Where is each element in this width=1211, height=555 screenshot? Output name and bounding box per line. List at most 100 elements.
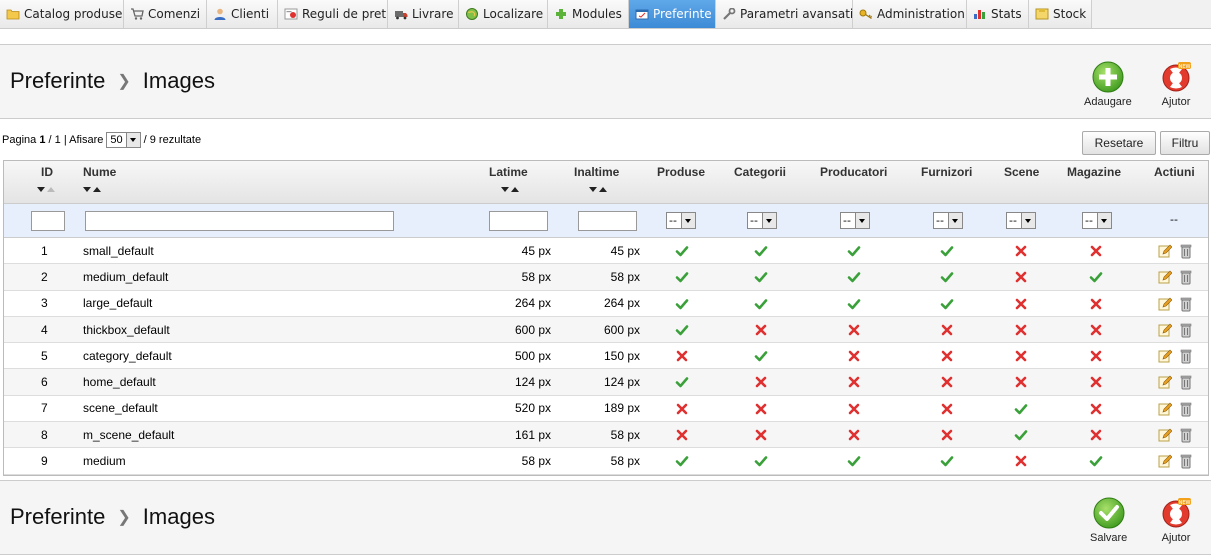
cross-icon[interactable]: [847, 428, 861, 442]
sort-asc-icon[interactable]: [511, 187, 519, 192]
filter-stores-select[interactable]: --: [1082, 212, 1112, 229]
check-icon[interactable]: [847, 454, 861, 468]
cross-icon[interactable]: [675, 349, 689, 363]
sort-asc-icon[interactable]: [93, 187, 101, 192]
check-icon[interactable]: [675, 244, 689, 258]
cross-icon[interactable]: [754, 402, 768, 416]
breadcrumb-section[interactable]: Preferinte: [10, 68, 105, 93]
tab-preferinte[interactable]: Preferinte: [629, 0, 716, 28]
table-row[interactable]: 4 thickbox_default 600 px 600 px: [4, 316, 1208, 344]
check-icon[interactable]: [1089, 454, 1103, 468]
cross-icon[interactable]: [1089, 323, 1103, 337]
check-icon[interactable]: [847, 297, 861, 311]
footer-help-button[interactable]: NEW Ajutor: [1160, 497, 1192, 544]
tab-parametri-avansati[interactable]: Parametri avansati: [716, 0, 853, 28]
cross-icon[interactable]: [1089, 402, 1103, 416]
check-icon[interactable]: [754, 270, 768, 284]
filter-suppliers-select[interactable]: --: [933, 212, 963, 229]
edit-icon[interactable]: [1158, 374, 1173, 390]
check-icon[interactable]: [940, 454, 954, 468]
check-icon[interactable]: [847, 270, 861, 284]
check-icon[interactable]: [1014, 428, 1028, 442]
cross-icon[interactable]: [940, 428, 954, 442]
check-icon[interactable]: [675, 323, 689, 337]
save-button[interactable]: Salvare: [1090, 497, 1127, 544]
cross-icon[interactable]: [1014, 297, 1028, 311]
filter-scenes-select[interactable]: --: [1006, 212, 1036, 229]
sort-desc-icon[interactable]: [589, 187, 597, 192]
footer-breadcrumb-section[interactable]: Preferinte: [10, 504, 105, 529]
sort-desc-icon[interactable]: [83, 187, 91, 192]
tab-reguli-de-pret[interactable]: Reguli de pret: [278, 0, 388, 28]
delete-icon[interactable]: [1179, 427, 1193, 443]
check-icon[interactable]: [1014, 402, 1028, 416]
reset-button[interactable]: Resetare: [1082, 131, 1156, 155]
cross-icon[interactable]: [940, 323, 954, 337]
cross-icon[interactable]: [1014, 244, 1028, 258]
delete-icon[interactable]: [1179, 453, 1193, 469]
edit-icon[interactable]: [1158, 427, 1173, 443]
filter-width-input[interactable]: [489, 211, 548, 231]
tab-catalog-produse[interactable]: Catalog produse: [0, 0, 124, 28]
cross-icon[interactable]: [940, 402, 954, 416]
delete-icon[interactable]: [1179, 348, 1193, 364]
check-icon[interactable]: [754, 244, 768, 258]
sort-desc-icon[interactable]: [501, 187, 509, 192]
cross-icon[interactable]: [1014, 349, 1028, 363]
tab-localizare[interactable]: Localizare: [459, 0, 548, 28]
filter-name-input[interactable]: [85, 211, 394, 231]
table-row[interactable]: 3 large_default 264 px 264 px: [4, 291, 1208, 317]
cross-icon[interactable]: [847, 402, 861, 416]
cross-icon[interactable]: [754, 375, 768, 389]
sort-asc-icon[interactable]: [47, 187, 55, 192]
tab-clienti[interactable]: Clienti: [207, 0, 278, 28]
delete-icon[interactable]: [1179, 296, 1193, 312]
edit-icon[interactable]: [1158, 453, 1173, 469]
check-icon[interactable]: [847, 244, 861, 258]
check-icon[interactable]: [754, 297, 768, 311]
cross-icon[interactable]: [675, 428, 689, 442]
cross-icon[interactable]: [1014, 270, 1028, 284]
table-row[interactable]: 6 home_default 124 px 124 px: [4, 369, 1208, 396]
filter-categories-select[interactable]: --: [747, 212, 777, 229]
tab-livrare[interactable]: Livrare: [388, 0, 459, 28]
table-row[interactable]: 2 medium_default 58 px 58 px: [4, 264, 1208, 291]
tab-administration[interactable]: Administration: [853, 0, 967, 28]
check-icon[interactable]: [940, 297, 954, 311]
edit-icon[interactable]: [1158, 348, 1173, 364]
check-icon[interactable]: [675, 375, 689, 389]
filter-products-select[interactable]: --: [666, 212, 696, 229]
cross-icon[interactable]: [940, 349, 954, 363]
delete-icon[interactable]: [1179, 401, 1193, 417]
cross-icon[interactable]: [1089, 244, 1103, 258]
check-icon[interactable]: [675, 454, 689, 468]
filter-height-input[interactable]: [578, 211, 637, 231]
delete-icon[interactable]: [1179, 374, 1193, 390]
cross-icon[interactable]: [675, 402, 689, 416]
help-button[interactable]: NEW Ajutor: [1160, 61, 1192, 108]
delete-icon[interactable]: [1179, 243, 1193, 259]
cross-icon[interactable]: [1089, 428, 1103, 442]
delete-icon[interactable]: [1179, 322, 1193, 338]
add-button[interactable]: Adaugare: [1084, 61, 1132, 108]
check-icon[interactable]: [940, 270, 954, 284]
cross-icon[interactable]: [1014, 375, 1028, 389]
cross-icon[interactable]: [1089, 297, 1103, 311]
check-icon[interactable]: [754, 349, 768, 363]
table-row[interactable]: 7 scene_default 520 px 189 px: [4, 396, 1208, 423]
cross-icon[interactable]: [1089, 375, 1103, 389]
cross-icon[interactable]: [1089, 349, 1103, 363]
check-icon[interactable]: [754, 454, 768, 468]
cross-icon[interactable]: [847, 375, 861, 389]
tab-stock[interactable]: Stock: [1029, 0, 1092, 28]
check-icon[interactable]: [940, 244, 954, 258]
tab-modules[interactable]: Modules: [548, 0, 629, 28]
check-icon[interactable]: [675, 297, 689, 311]
edit-icon[interactable]: [1158, 322, 1173, 338]
table-row[interactable]: 8 m_scene_default 161 px 58 px: [4, 422, 1208, 449]
cross-icon[interactable]: [940, 375, 954, 389]
filter-button[interactable]: Filtru: [1160, 131, 1210, 155]
table-row[interactable]: 1 small_default 45 px 45 px: [4, 238, 1208, 265]
edit-icon[interactable]: [1158, 269, 1173, 285]
tab-comenzi[interactable]: Comenzi: [124, 0, 207, 28]
